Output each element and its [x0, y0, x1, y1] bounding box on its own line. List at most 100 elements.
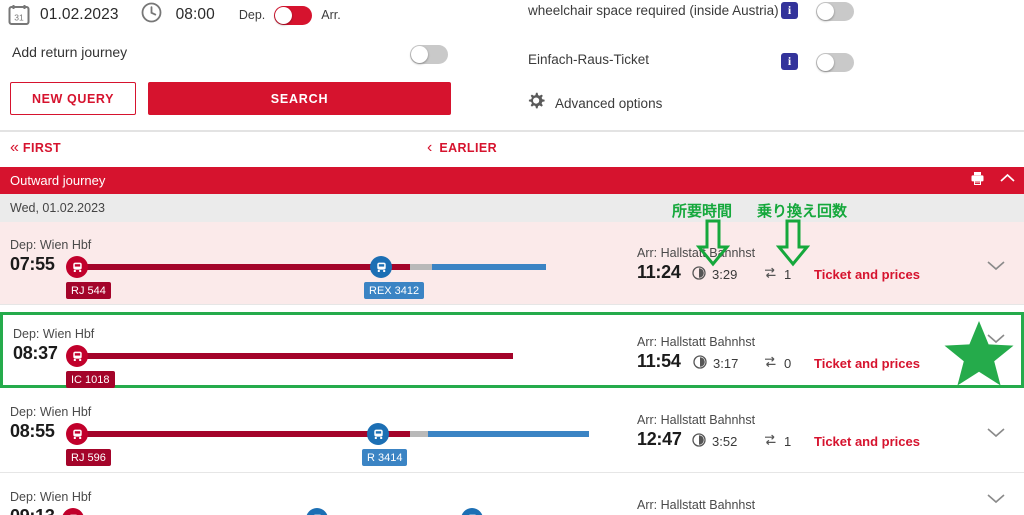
arrival-time: 11:54	[637, 351, 681, 371]
train-code-tag: RJ 596	[66, 449, 111, 466]
transfer-gap	[410, 431, 428, 437]
train-code-tag: R 3414	[362, 449, 408, 466]
changes-text: 0	[784, 356, 792, 371]
journey-row[interactable]: Dep: Wien Hbf 09:13 Arr: Hallstatt Bahnh…	[0, 473, 1024, 515]
train-icon	[370, 256, 392, 278]
departure-time: 08:37	[13, 343, 58, 363]
leg-segment-blue	[428, 431, 589, 437]
dep-arr-toggle[interactable]	[274, 5, 313, 25]
info-icon[interactable]: i	[781, 2, 798, 19]
train-code-tag: RJ 544	[66, 282, 111, 299]
journey-timeline	[66, 423, 596, 445]
results-date-label: Wed, 01.02.2023	[10, 201, 105, 215]
train-code-tag: REX 3412	[364, 282, 425, 299]
transfer-gap	[410, 264, 432, 270]
first-button[interactable]: « FIRST	[10, 140, 61, 156]
earlier-label: EARLIER	[439, 141, 497, 155]
bus-icon	[306, 508, 328, 515]
arrival-time: 12:47	[637, 429, 682, 449]
chevron-left-icon: ‹	[427, 139, 433, 156]
new-query-button[interactable]: NEW QUERY	[10, 82, 136, 115]
duration-value: 3:52	[692, 433, 737, 450]
transfer-icon	[763, 355, 778, 372]
outward-header-icons	[970, 171, 1016, 191]
clock-icon[interactable]	[141, 2, 162, 28]
return-journey-toggle[interactable]	[410, 45, 448, 64]
wheelchair-option-label: wheelchair space required (inside Austri…	[528, 3, 779, 18]
results-nav-bar: « FIRST ‹ EARLIER	[0, 132, 1024, 167]
advanced-options-button[interactable]: Advanced options	[527, 92, 662, 115]
departure-time: 08:55	[10, 421, 55, 441]
leg-segment-red	[76, 264, 410, 270]
double-chevron-left-icon: «	[10, 139, 19, 156]
departure-time: 09:13	[10, 506, 55, 515]
arrival-station-label: Arr: Hallstatt Bahnhst	[637, 413, 756, 427]
dep-label: Dep.	[238, 8, 266, 22]
advanced-options-label: Advanced options	[555, 96, 663, 111]
search-button[interactable]: SEARCH	[148, 82, 451, 115]
einfach-raus-ticket-toggle[interactable]	[816, 53, 854, 72]
leg-segment-red	[76, 353, 513, 359]
time-value[interactable]: 08:00	[176, 6, 215, 24]
earlier-button[interactable]: ‹ EARLIER	[427, 140, 497, 156]
return-journey-label: Add return journey	[12, 44, 128, 60]
wheelchair-toggle[interactable]	[816, 2, 854, 21]
down-arrow-annotation	[695, 219, 731, 272]
train-icon	[66, 256, 88, 278]
chevron-down-icon[interactable]	[986, 257, 1006, 277]
star-annotation	[944, 320, 1014, 391]
results-date-header: Wed, 01.02.2023	[0, 194, 1024, 222]
departure-station-label: Dep: Wien Hbf	[10, 405, 92, 419]
arr-label: Arr.	[321, 8, 341, 22]
changes-value: 0	[763, 355, 791, 372]
transfer-icon	[763, 433, 778, 450]
date-time-row: 31 01.02.2023 08:00 Dep. Arr.	[8, 0, 341, 30]
journey-row[interactable]: Dep: Wien Hbf 08:55 RJ 596 R 3414 Arr: H…	[0, 390, 1024, 473]
outward-journey-title: Outward journey	[10, 173, 106, 188]
first-label: FIRST	[22, 141, 62, 155]
train-code-tag: IC 1018	[66, 371, 115, 388]
calendar-icon[interactable]: 31	[8, 4, 30, 26]
journey-timeline	[62, 508, 622, 515]
journey-search-results-page: 31 01.02.2023 08:00 Dep. Arr. Add return…	[0, 0, 1024, 515]
ticket-and-prices-link[interactable]: Ticket and prices	[814, 356, 920, 371]
chevron-down-icon[interactable]	[986, 424, 1006, 444]
date-value[interactable]: 01.02.2023	[40, 6, 119, 24]
einfach-raus-ticket-label: Einfach-Raus-Ticket	[528, 52, 650, 67]
departure-time: 07:55	[10, 254, 55, 274]
chevron-down-icon[interactable]	[986, 490, 1006, 510]
printer-icon[interactable]	[970, 171, 985, 191]
ticket-and-prices-link[interactable]: Ticket and prices	[814, 434, 920, 449]
train-icon	[367, 423, 389, 445]
departure-station-label: Dep: Wien Hbf	[13, 327, 95, 341]
changes-value: 1	[763, 433, 791, 450]
train-icon	[461, 508, 483, 515]
toggle-knob	[275, 6, 293, 24]
arrival-station-label: Arr: Hallstatt Bahnhst	[637, 498, 756, 512]
dep-arr-switch[interactable]: Dep. Arr.	[238, 5, 341, 25]
annotation-changes-note: 乗り換え回数	[757, 202, 848, 220]
duration-text: 3:17	[713, 356, 739, 371]
arrival-station-label: Arr: Hallstatt Bahnhst	[637, 335, 756, 349]
departure-station-label: Dep: Wien Hbf	[10, 490, 92, 504]
down-arrow-annotation	[775, 219, 811, 272]
journey-row[interactable]: Dep: Wien Hbf 08:37 IC 1018 Arr: Hallsta…	[0, 312, 1024, 388]
action-buttons: NEW QUERY SEARCH	[10, 82, 451, 115]
annotation-duration-note: 所要時間	[672, 202, 733, 220]
changes-text: 1	[784, 434, 792, 449]
svg-text:31: 31	[14, 13, 24, 23]
train-icon	[62, 508, 84, 515]
duration-value: 3:17	[693, 355, 738, 372]
journey-row[interactable]: Dep: Wien Hbf 07:55 RJ 544 REX 3412 Arr:…	[0, 222, 1024, 305]
toggle-knob	[817, 54, 834, 71]
duration-clock-icon	[693, 355, 707, 372]
info-icon[interactable]: i	[781, 53, 798, 70]
chevron-up-icon[interactable]	[999, 171, 1016, 191]
row-separator	[0, 304, 1024, 305]
outward-journey-header: Outward journey	[0, 167, 1024, 194]
train-icon	[66, 345, 88, 367]
departure-station-label: Dep: Wien Hbf	[10, 238, 92, 252]
train-icon	[66, 423, 88, 445]
ticket-and-prices-link[interactable]: Ticket and prices	[814, 267, 920, 282]
toggle-knob	[411, 46, 428, 63]
